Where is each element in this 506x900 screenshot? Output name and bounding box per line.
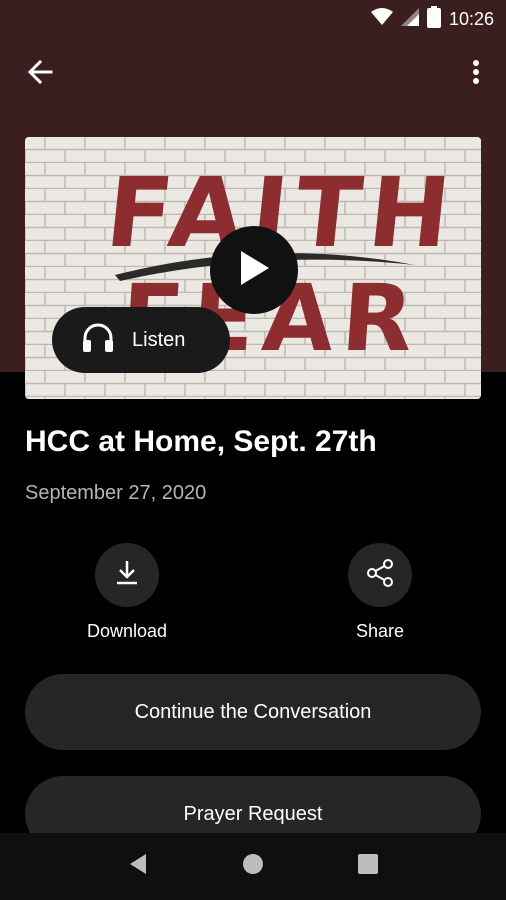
share-icon	[367, 558, 393, 592]
play-icon	[237, 249, 271, 292]
arrow-back-icon	[27, 59, 53, 89]
more-vert-icon	[473, 59, 479, 89]
system-nav-bar	[0, 833, 506, 900]
download-icon	[115, 560, 139, 591]
system-back-button[interactable]	[118, 847, 158, 887]
recents-square-icon	[357, 853, 379, 880]
sermon-title: HCC at Home, Sept. 27th	[25, 425, 377, 458]
more-options-button[interactable]	[462, 56, 490, 92]
headphones-icon	[82, 323, 114, 358]
share-button[interactable]	[348, 543, 412, 607]
play-button[interactable]	[210, 226, 298, 314]
back-triangle-icon	[128, 853, 148, 880]
status-bar: 10:26	[0, 0, 506, 36]
listen-button[interactable]: Listen	[52, 307, 230, 373]
listen-label: Listen	[132, 328, 186, 351]
system-home-button[interactable]	[233, 847, 273, 887]
download-action[interactable]: Download	[62, 543, 192, 642]
download-button[interactable]	[95, 543, 159, 607]
share-action[interactable]: Share	[315, 543, 445, 642]
status-time: 10:26	[448, 9, 494, 29]
sermon-date: September 27, 2020	[25, 482, 207, 504]
toolbar	[0, 44, 506, 104]
share-label: Share	[355, 621, 405, 641]
download-label: Download	[86, 621, 168, 641]
wifi-icon	[370, 8, 393, 31]
home-circle-icon	[242, 853, 264, 880]
signal-icon	[400, 8, 419, 31]
battery-icon	[426, 6, 441, 33]
status-icons: 10:26	[370, 6, 494, 33]
back-button[interactable]	[20, 56, 60, 92]
system-recents-button[interactable]	[348, 847, 388, 887]
continue-conversation-button[interactable]: Continue the Conversation	[25, 674, 481, 750]
